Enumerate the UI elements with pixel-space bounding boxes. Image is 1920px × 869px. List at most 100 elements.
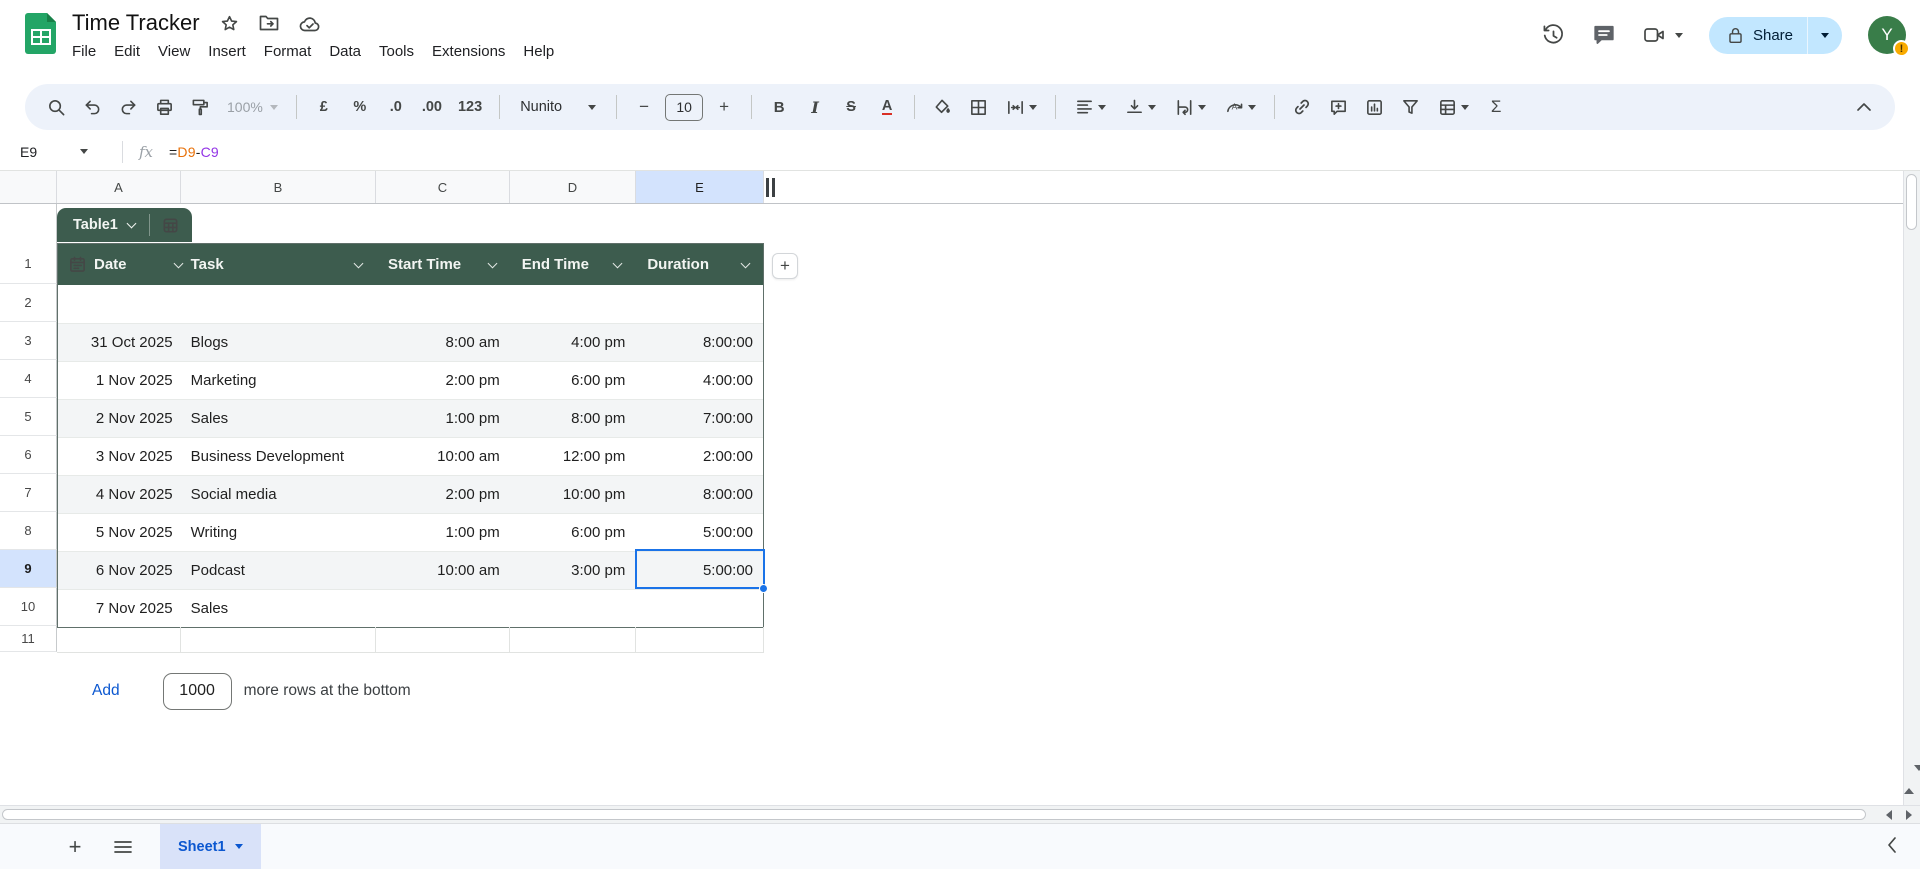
header-start-time-caret[interactable] bbox=[487, 258, 498, 268]
cell-e8[interactable]: 5:00:00 bbox=[635, 514, 763, 551]
merge-cells-button[interactable] bbox=[999, 92, 1043, 122]
scroll-down-arrow[interactable] bbox=[1914, 765, 1920, 788]
vertical-scrollbar[interactable] bbox=[1903, 171, 1920, 805]
collapse-toolbar-button[interactable] bbox=[1849, 92, 1879, 122]
functions-button[interactable]: Σ bbox=[1481, 92, 1511, 122]
insert-comment-button[interactable] bbox=[1323, 92, 1353, 122]
cell-a7[interactable]: 4 Nov 2025 bbox=[58, 476, 182, 513]
table-row[interactable]: 7 Nov 2025 Sales bbox=[58, 589, 763, 627]
cell-d7[interactable]: 10:00 pm bbox=[510, 476, 636, 513]
header-task-caret[interactable] bbox=[353, 258, 364, 268]
column-header-d[interactable]: D bbox=[510, 171, 636, 203]
move-to-folder-icon[interactable] bbox=[259, 14, 279, 32]
font-family-select[interactable]: Nunito bbox=[512, 99, 604, 115]
cell-b6[interactable]: Business Development bbox=[182, 438, 376, 475]
header-end-time-caret[interactable] bbox=[612, 258, 623, 268]
cell-a9[interactable]: 6 Nov 2025 bbox=[58, 552, 182, 589]
cell-c8[interactable]: 1:00 pm bbox=[376, 514, 510, 551]
scroll-left-arrow[interactable] bbox=[1886, 809, 1892, 820]
table-row[interactable]: 2 Nov 2025 Sales 1:00 pm 8:00 pm 7:00:00 bbox=[58, 399, 763, 437]
scroll-right-arrow[interactable] bbox=[1906, 809, 1912, 820]
star-icon[interactable] bbox=[220, 14, 239, 33]
row-header-7[interactable]: 7 bbox=[0, 474, 57, 512]
borders-button[interactable] bbox=[963, 92, 993, 122]
zoom-control[interactable]: 100% bbox=[221, 99, 284, 115]
table-options-button[interactable] bbox=[150, 208, 192, 242]
bold-button[interactable]: B bbox=[764, 92, 794, 122]
cell-d6[interactable]: 12:00 pm bbox=[510, 438, 636, 475]
undo-button[interactable] bbox=[77, 92, 107, 122]
column-resize-handle[interactable] bbox=[766, 178, 775, 197]
increase-decimal-button[interactable]: .00 bbox=[417, 92, 447, 122]
menu-tools[interactable]: Tools bbox=[370, 41, 423, 62]
formula-input[interactable]: =D9-C9 bbox=[169, 144, 219, 160]
cell-c6[interactable]: 10:00 am bbox=[376, 438, 510, 475]
add-column-button[interactable]: + bbox=[772, 253, 798, 279]
number-format-button[interactable]: 123 bbox=[453, 92, 487, 122]
cell-c4[interactable]: 2:00 pm bbox=[376, 362, 510, 399]
menu-format[interactable]: Format bbox=[255, 41, 321, 62]
cell-b7[interactable]: Social media bbox=[182, 476, 376, 513]
row-header-8[interactable]: 8 bbox=[0, 512, 57, 550]
format-percent-button[interactable]: % bbox=[345, 92, 375, 122]
rows-count-input[interactable] bbox=[162, 672, 232, 710]
share-dropdown[interactable] bbox=[1807, 16, 1842, 54]
cell-d3[interactable]: 4:00 pm bbox=[510, 324, 636, 361]
cell-e2[interactable] bbox=[635, 285, 763, 323]
table-row[interactable]: 3 Nov 2025 Business Development 10:00 am… bbox=[58, 437, 763, 475]
decrease-decimal-button[interactable]: .0 bbox=[381, 92, 411, 122]
cloud-status-icon[interactable] bbox=[299, 15, 321, 32]
menu-file[interactable]: File bbox=[63, 41, 105, 62]
select-all-corner[interactable] bbox=[0, 171, 57, 203]
table-row[interactable]: 4 Nov 2025 Social media 2:00 pm 10:00 pm… bbox=[58, 475, 763, 513]
table-row[interactable]: 5 Nov 2025 Writing 1:00 pm 6:00 pm 5:00:… bbox=[58, 513, 763, 551]
row-header-3[interactable]: 3 bbox=[0, 322, 57, 360]
column-header-a[interactable]: A bbox=[57, 171, 181, 203]
insert-link-button[interactable] bbox=[1287, 92, 1317, 122]
create-filter-button[interactable] bbox=[1395, 92, 1425, 122]
cell-d2[interactable] bbox=[510, 285, 636, 323]
version-history-icon[interactable] bbox=[1541, 23, 1566, 48]
header-duration-caret[interactable] bbox=[740, 258, 751, 268]
row-header-5[interactable]: 5 bbox=[0, 398, 57, 436]
row-header-9[interactable]: 9 bbox=[0, 550, 57, 588]
meet-dropdown-caret[interactable] bbox=[1674, 32, 1683, 38]
cell-a10[interactable]: 7 Nov 2025 bbox=[58, 590, 182, 627]
expand-side-panel-button[interactable] bbox=[1886, 836, 1898, 854]
horizontal-scrollbar[interactable] bbox=[0, 805, 1920, 823]
menu-view[interactable]: View bbox=[149, 41, 199, 62]
sheet-tab-caret[interactable] bbox=[234, 844, 243, 849]
row-header-2[interactable]: 2 bbox=[0, 284, 57, 322]
row-header-10[interactable]: 10 bbox=[0, 588, 57, 626]
insert-chart-button[interactable] bbox=[1359, 92, 1389, 122]
meet-call-button[interactable] bbox=[1642, 24, 1683, 46]
menu-data[interactable]: Data bbox=[320, 41, 370, 62]
column-header-b[interactable]: B bbox=[181, 171, 376, 203]
table-name-chip[interactable]: Table1 bbox=[57, 208, 192, 242]
strikethrough-button[interactable]: S bbox=[836, 92, 866, 122]
header-start-time[interactable]: Start Time bbox=[376, 244, 510, 285]
menu-help[interactable]: Help bbox=[514, 41, 563, 62]
text-wrap-button[interactable] bbox=[1168, 92, 1212, 122]
italic-button[interactable]: I bbox=[800, 92, 830, 122]
table-row[interactable]: 1 Nov 2025 Marketing 2:00 pm 6:00 pm 4:0… bbox=[58, 361, 763, 399]
search-menus-button[interactable] bbox=[41, 92, 71, 122]
cell-e3[interactable]: 8:00:00 bbox=[635, 324, 763, 361]
cell-a2[interactable] bbox=[58, 285, 182, 323]
cell-a3[interactable]: 31 Oct 2025 bbox=[58, 324, 182, 361]
avatar[interactable]: Y ! bbox=[1868, 16, 1910, 57]
text-color-button[interactable]: A bbox=[872, 92, 902, 122]
horizontal-align-button[interactable] bbox=[1068, 92, 1112, 122]
header-duration[interactable]: Duration bbox=[635, 244, 763, 285]
cell-e6[interactable]: 2:00:00 bbox=[635, 438, 763, 475]
header-date[interactable]: Date bbox=[58, 244, 184, 285]
cell-e7[interactable]: 8:00:00 bbox=[635, 476, 763, 513]
column-header-c[interactable]: C bbox=[376, 171, 510, 203]
table-views-button[interactable] bbox=[1431, 92, 1475, 122]
cell-d8[interactable]: 6:00 pm bbox=[510, 514, 636, 551]
increase-font-size-button[interactable]: + bbox=[709, 92, 739, 122]
cell-c9[interactable]: 10:00 am bbox=[376, 552, 510, 589]
cell-c5[interactable]: 1:00 pm bbox=[376, 400, 510, 437]
table-row[interactable]: 31 Oct 2025 Blogs 8:00 am 4:00 pm 8:00:0… bbox=[58, 323, 763, 361]
fill-handle[interactable] bbox=[759, 584, 768, 593]
